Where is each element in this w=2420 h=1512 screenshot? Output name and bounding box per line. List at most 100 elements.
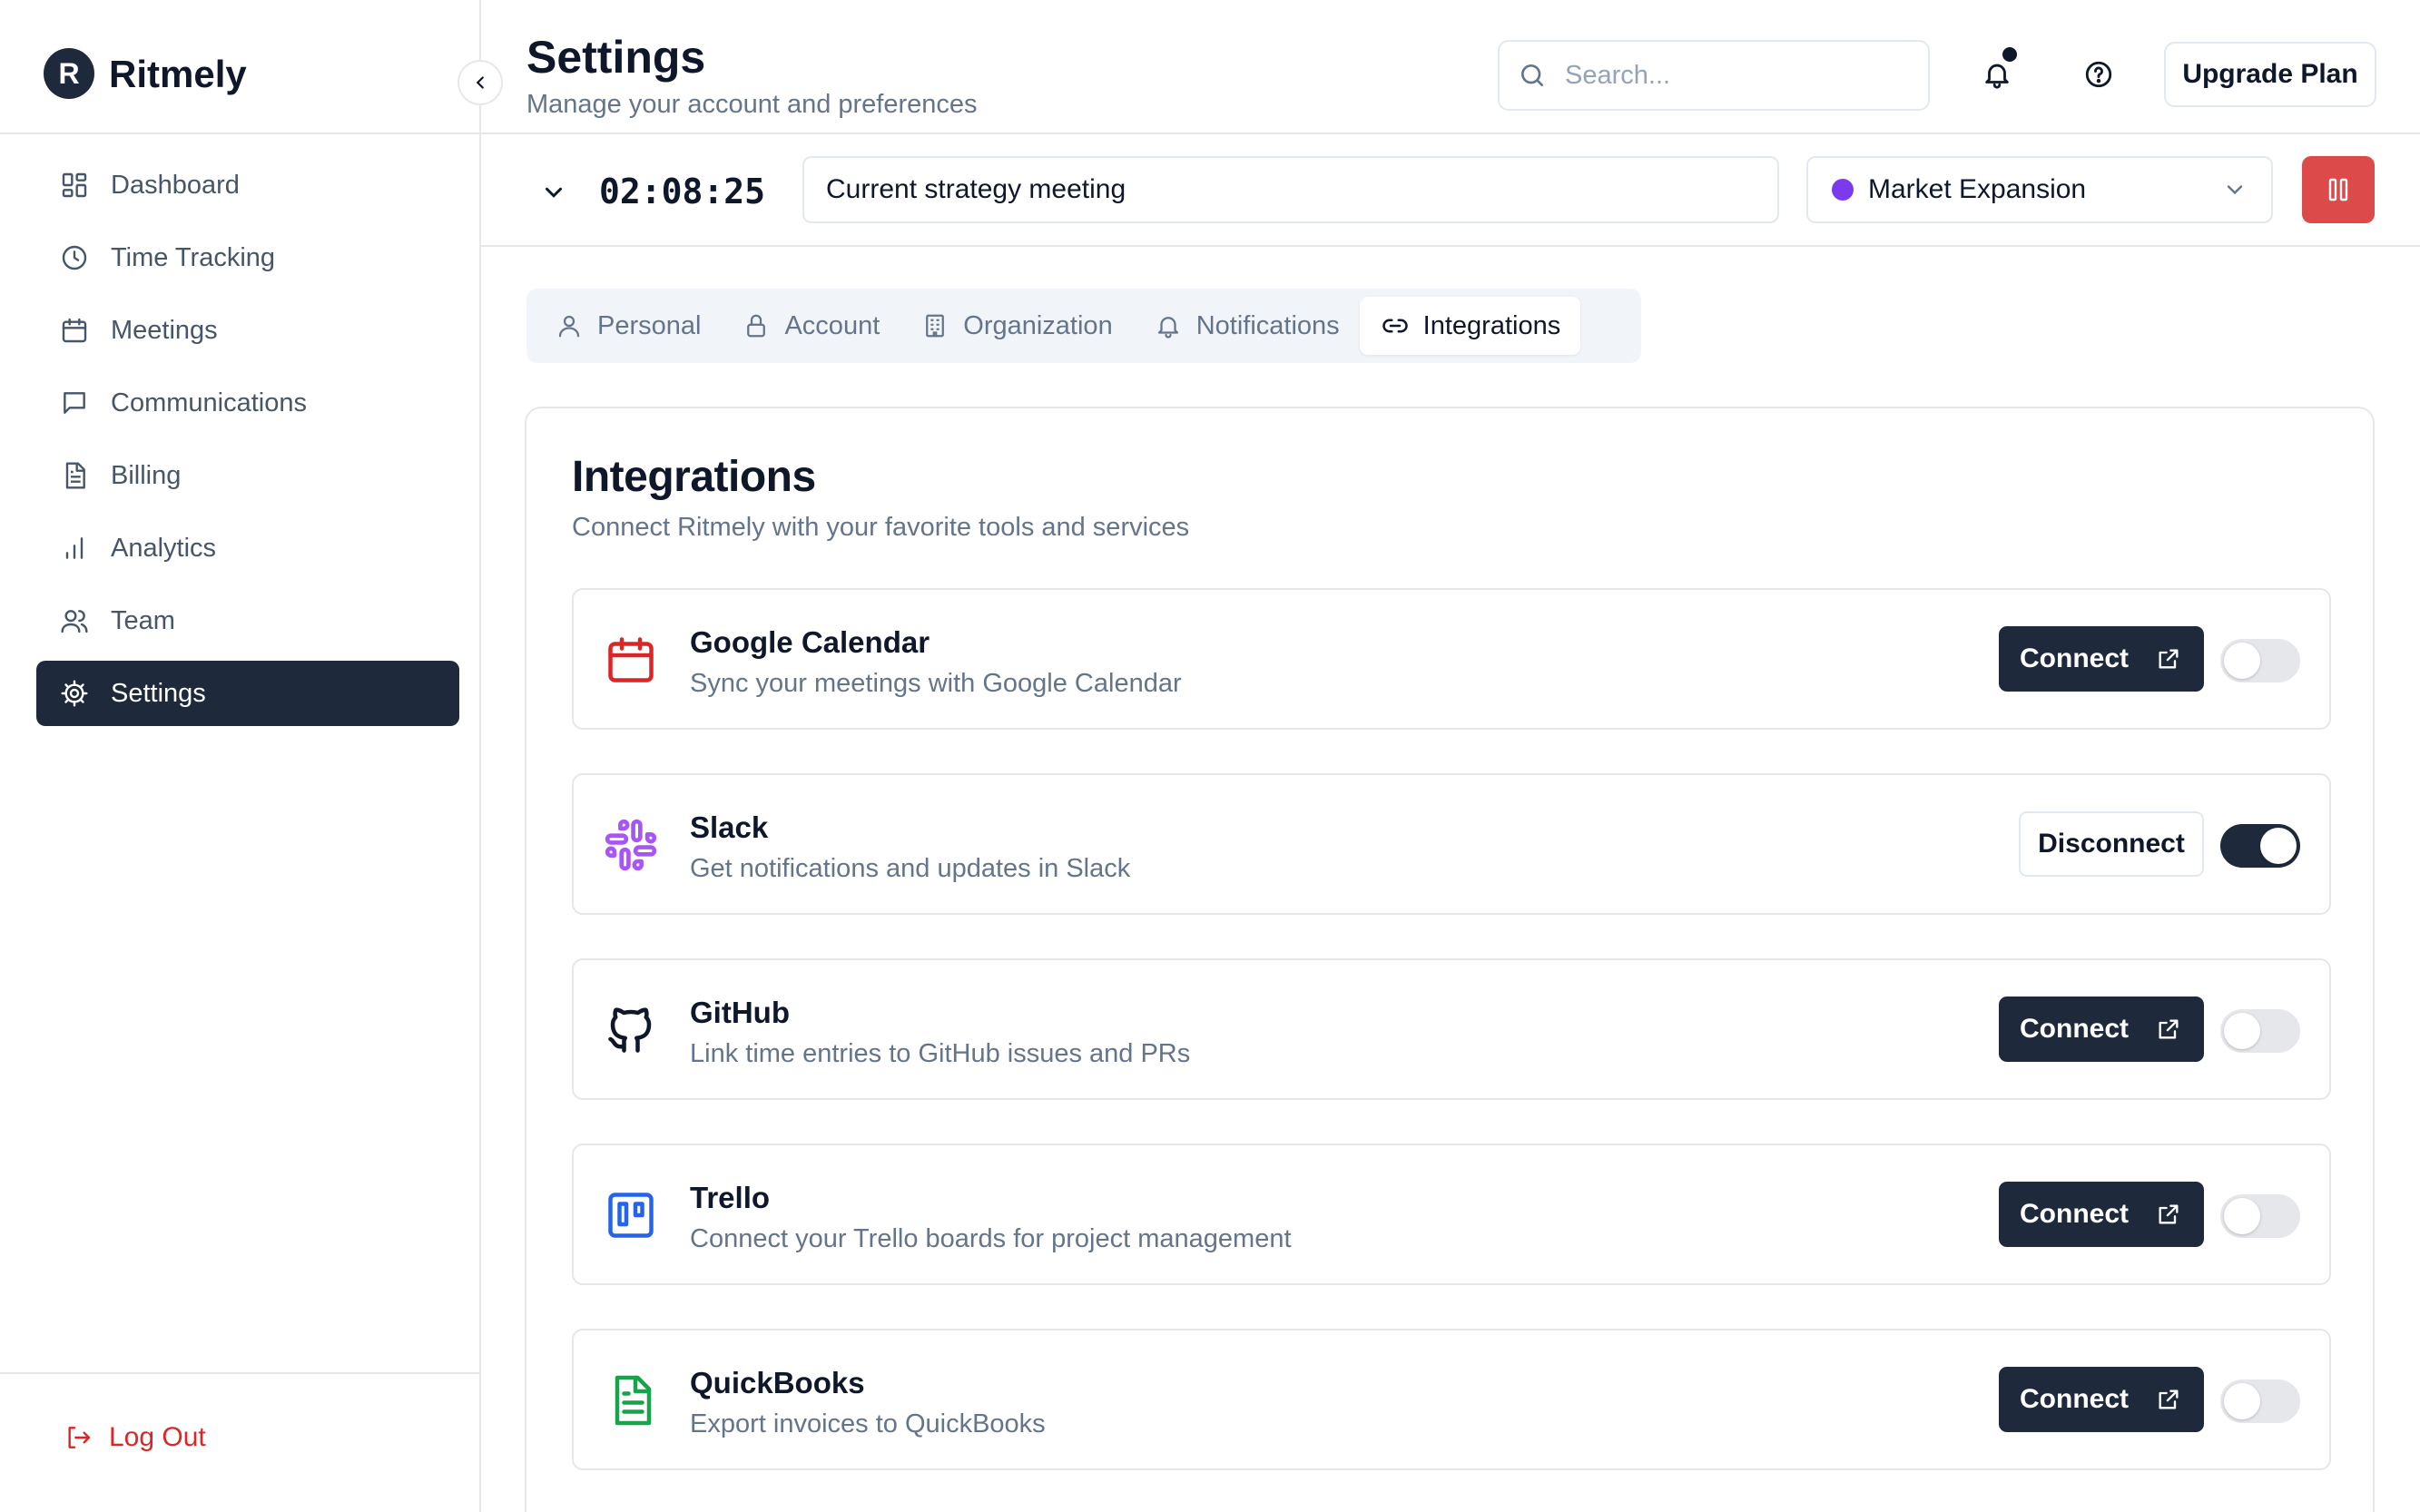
integration-description: Get notifications and updates in Slack xyxy=(690,854,1131,883)
toggle-knob xyxy=(2260,828,2297,864)
gear-icon xyxy=(58,677,91,710)
external-link-icon xyxy=(2156,645,2183,673)
brand: R Ritmely xyxy=(0,0,481,134)
users-icon xyxy=(58,604,91,637)
page-subtitle: Manage your account and preferences xyxy=(526,90,978,119)
tab-notifications[interactable]: Notifications xyxy=(1133,297,1360,355)
dashboard-icon xyxy=(58,169,91,201)
toggle-knob xyxy=(2224,643,2260,679)
quickbooks-icon xyxy=(603,1372,659,1429)
sidebar-item-analytics[interactable]: Analytics xyxy=(36,515,459,581)
notifications-button[interactable] xyxy=(1977,47,2017,94)
connect-button[interactable]: Connect xyxy=(1999,1182,2204,1247)
integration-description: Sync your meetings with Google Calendar xyxy=(690,669,1182,698)
sidebar-item-dashboard[interactable]: Dashboard xyxy=(36,152,459,218)
tab-integrations[interactable]: Integrations xyxy=(1359,297,1581,355)
slack-icon xyxy=(603,817,659,873)
sidebar-item-label: Billing xyxy=(111,460,182,490)
connect-button[interactable]: Connect xyxy=(1999,997,2204,1062)
settings-tabs: Personal Account Organization Notificati… xyxy=(526,289,1641,363)
bell-icon xyxy=(1153,310,1184,341)
sidebar-item-label: Team xyxy=(111,605,175,635)
chevron-down-icon xyxy=(546,187,562,198)
sidebar-item-meetings[interactable]: Meetings xyxy=(36,298,459,363)
integration-name: Google Calendar xyxy=(690,625,930,659)
logout-label: Log Out xyxy=(109,1422,206,1452)
help-icon xyxy=(2085,61,2112,88)
integration-toggle[interactable] xyxy=(2220,1009,2300,1053)
sidebar-item-label: Communications xyxy=(111,388,307,417)
user-icon xyxy=(554,310,585,341)
logout-button[interactable]: Log Out xyxy=(64,1421,206,1454)
timer-pause-button[interactable] xyxy=(2302,156,2375,223)
integration-name: QuickBooks xyxy=(690,1366,865,1399)
tab-organization[interactable]: Organization xyxy=(900,297,1132,355)
clock-icon xyxy=(58,241,91,274)
tab-personal[interactable]: Personal xyxy=(534,297,721,355)
chevron-left-icon xyxy=(476,76,484,89)
sidebar-item-settings[interactable]: Settings xyxy=(36,661,459,726)
tab-account[interactable]: Account xyxy=(721,297,900,355)
timer-description-input[interactable]: Current strategy meeting xyxy=(802,156,1779,223)
logout-icon xyxy=(64,1421,96,1454)
connect-button[interactable]: Connect xyxy=(1999,1367,2204,1432)
integration-name: Trello xyxy=(690,1181,771,1214)
connect-label: Connect xyxy=(2020,1014,2129,1044)
sidebar-item-label: Analytics xyxy=(111,533,217,563)
integration-google-calendar: Google Calendar Sync your meetings with … xyxy=(572,588,2331,730)
sidebar-item-billing[interactable]: Billing xyxy=(36,443,459,508)
integration-toggle[interactable] xyxy=(2220,824,2300,868)
integration-description: Export invoices to QuickBooks xyxy=(690,1409,1046,1438)
page-title: Settings xyxy=(526,32,706,83)
sidebar-item-time-tracking[interactable]: Time Tracking xyxy=(36,225,459,290)
toggle-knob xyxy=(2224,1383,2260,1419)
bell-icon xyxy=(1985,64,2009,89)
upgrade-plan-button[interactable]: Upgrade Plan xyxy=(2164,42,2376,107)
connect-button[interactable]: Connect xyxy=(1999,626,2204,692)
timer-expand-button[interactable] xyxy=(536,174,572,211)
external-link-icon xyxy=(2156,1016,2183,1043)
disconnect-button[interactable]: Disconnect xyxy=(2019,811,2204,877)
sidebar-item-label: Meetings xyxy=(111,315,218,345)
integrations-card: Integrations Connect Ritmely with your f… xyxy=(525,407,2375,1512)
sidebar-collapse-button[interactable] xyxy=(457,60,503,105)
project-select[interactable]: Market Expansion xyxy=(1806,156,2273,223)
tab-label: Personal xyxy=(597,310,702,340)
sidebar: R Ritmely Dashboard Time Tracking Meetin… xyxy=(0,0,481,1512)
sidebar-item-communications[interactable]: Communications xyxy=(36,370,459,436)
chevron-down-icon xyxy=(2217,172,2253,208)
tab-label: Organization xyxy=(963,310,1113,340)
app-root: R Ritmely Dashboard Time Tracking Meetin… xyxy=(0,0,2420,1512)
integration-slack: Slack Get notifications and updates in S… xyxy=(572,773,2331,915)
building-icon xyxy=(920,310,950,341)
connect-label: Connect xyxy=(2020,643,2129,673)
integration-toggle[interactable] xyxy=(2220,1379,2300,1423)
connect-label: Connect xyxy=(2020,1384,2129,1414)
integration-description: Link time entries to GitHub issues and P… xyxy=(690,1039,1191,1068)
sidebar-item-team[interactable]: Team xyxy=(36,588,459,653)
help-button[interactable] xyxy=(2079,54,2119,94)
notification-dot xyxy=(2002,47,2017,62)
search-input[interactable] xyxy=(1565,60,1910,91)
timer-elapsed: 02:08:25 xyxy=(599,172,766,211)
message-icon xyxy=(58,387,91,419)
calendar-icon xyxy=(58,314,91,347)
integration-toggle[interactable] xyxy=(2220,639,2300,682)
project-label: Market Expansion xyxy=(1868,174,2087,204)
top-header: Settings Manage your account and prefere… xyxy=(481,0,2420,134)
external-link-icon xyxy=(2156,1386,2183,1413)
trello-icon xyxy=(603,1187,659,1243)
tab-label: Integrations xyxy=(1422,310,1561,340)
integration-quickbooks: QuickBooks Export invoices to QuickBooks… xyxy=(572,1329,2331,1470)
integration-description: Connect your Trello boards for project m… xyxy=(690,1224,1292,1253)
section-subtitle: Connect Ritmely with your favorite tools… xyxy=(572,513,1190,542)
bar-chart-icon xyxy=(58,532,91,565)
pause-icon xyxy=(2328,178,2348,201)
external-link-icon xyxy=(2156,1201,2183,1228)
sidebar-footer: Log Out xyxy=(0,1372,481,1512)
brand-logo: R xyxy=(44,48,94,99)
link-icon xyxy=(1380,310,1411,341)
connect-label: Connect xyxy=(2020,1199,2129,1229)
integration-toggle[interactable] xyxy=(2220,1194,2300,1238)
integration-trello: Trello Connect your Trello boards for pr… xyxy=(572,1144,2331,1285)
